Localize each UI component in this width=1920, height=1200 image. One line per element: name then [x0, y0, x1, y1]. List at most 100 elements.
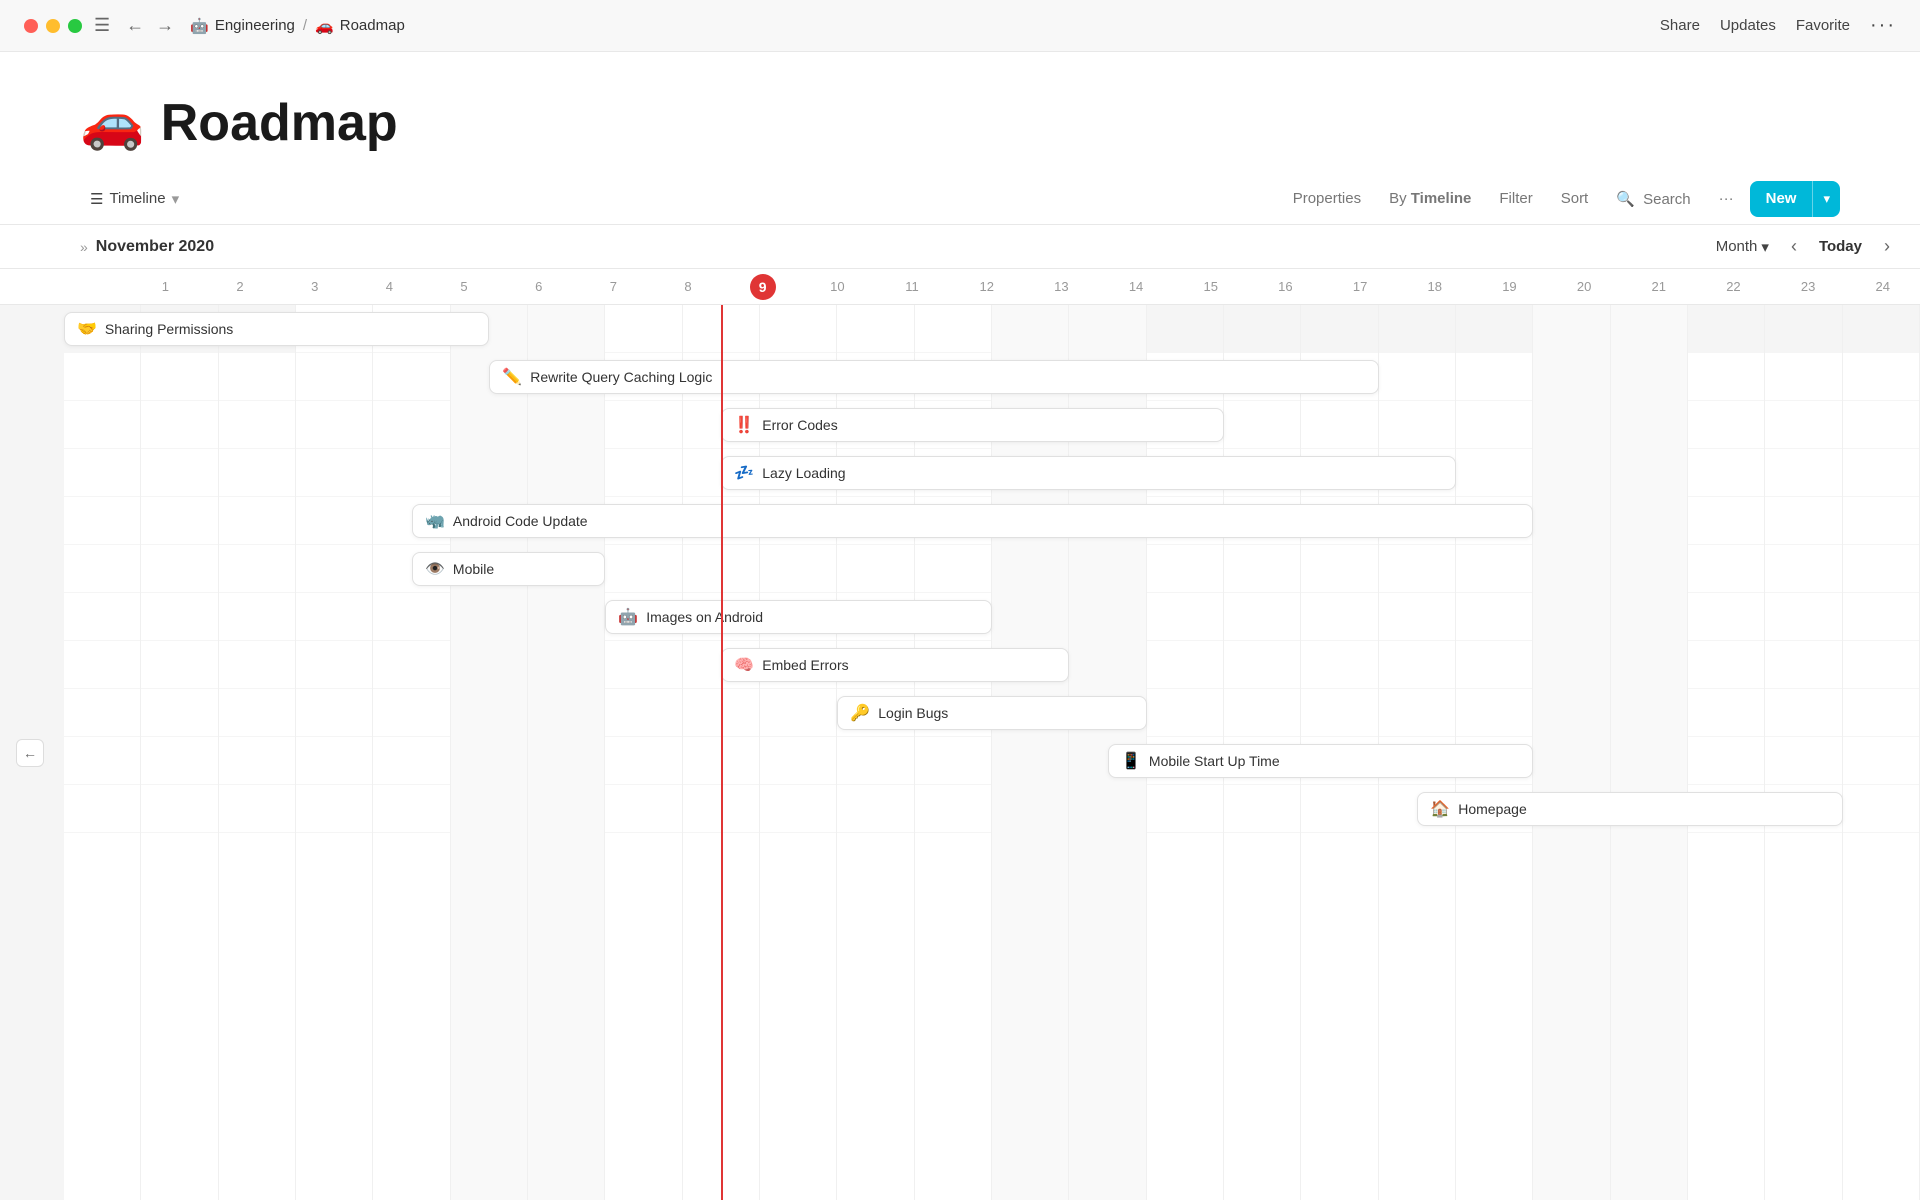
task-bar-embed-errors[interactable]: 🧠 Embed Errors: [721, 648, 1069, 682]
page-title-area: 🚗 Roadmap: [80, 92, 1840, 153]
month-chevron-icon: ▾: [1761, 238, 1769, 256]
date-cell-13: 13: [1024, 269, 1099, 305]
timeline-nav-right: Month ▾ ‹ Today ›: [1708, 232, 1896, 261]
view-icon: ☰: [90, 190, 103, 208]
task-label: Android Code Update: [453, 513, 588, 529]
date-cell-10: 10: [800, 269, 875, 305]
toolbar-right: Properties By Timeline Filter Sort 🔍 Sea…: [1281, 181, 1840, 217]
main-content: 🚗 Roadmap ☰ Timeline ▾ Properties By Tim…: [0, 52, 1920, 1200]
updates-button[interactable]: Updates: [1720, 17, 1776, 34]
task-bar-android-code-update[interactable]: 🦏 Android Code Update: [412, 504, 1533, 538]
date-cell-6: 6: [501, 269, 576, 305]
view-chevron-icon: ▾: [172, 190, 180, 208]
date-cell-15: 15: [1173, 269, 1248, 305]
sort-button[interactable]: Sort: [1549, 184, 1601, 213]
task-label: Sharing Permissions: [105, 321, 233, 337]
task-bar-images-on-android[interactable]: 🤖Images on Android: [605, 600, 992, 634]
nav-arrows: ← →: [122, 13, 178, 38]
traffic-lights: [24, 19, 82, 33]
date-cell-3: 3: [277, 269, 352, 305]
titlebar: ☰ ← → 🤖 Engineering / 🚗 Roadmap Share Up…: [0, 0, 1920, 52]
task-label: Embed Errors: [762, 657, 848, 673]
more-options-button[interactable]: ···: [1870, 14, 1896, 37]
page-header: 🚗 Roadmap: [0, 52, 1920, 173]
task-emoji: 👁️: [425, 559, 445, 579]
task-label: Mobile Start Up Time: [1149, 753, 1280, 769]
breadcrumb-workspace[interactable]: 🤖 Engineering: [190, 17, 295, 35]
page-emoji: 🚗: [315, 17, 334, 35]
search-button[interactable]: 🔍 Search: [1604, 184, 1702, 214]
task-row: ‼️Error Codes: [0, 401, 1920, 449]
task-bar-lazy-loading[interactable]: 💤Lazy Loading: [721, 456, 1456, 490]
filter-button[interactable]: Filter: [1487, 184, 1544, 213]
new-button-label[interactable]: New: [1750, 182, 1813, 215]
task-bar-homepage[interactable]: 🏠 Homepage: [1417, 792, 1842, 826]
forward-button[interactable]: →: [152, 13, 178, 38]
current-period-label: November 2020: [96, 238, 214, 256]
task-bar-error-codes[interactable]: ‼️Error Codes: [721, 408, 1224, 442]
timeline-body: ← 🤝Sharing Permissions✏️Rewrite Query Ca…: [0, 305, 1920, 1200]
task-row: 💤Lazy Loading: [0, 449, 1920, 497]
minimize-traffic-light[interactable]: [46, 19, 60, 33]
hamburger-icon[interactable]: ☰: [94, 15, 110, 36]
date-ruler-dates: 123456789101112131415161718192021222324: [128, 269, 1920, 305]
close-traffic-light[interactable]: [24, 19, 38, 33]
task-bar-mobile[interactable]: 👁️ Mobile: [412, 552, 605, 586]
date-cell-4: 4: [352, 269, 427, 305]
task-emoji: 🦏: [425, 511, 445, 531]
properties-button[interactable]: Properties: [1281, 184, 1373, 213]
date-cell-22: 22: [1696, 269, 1771, 305]
date-cell-20: 20: [1547, 269, 1622, 305]
next-period-button[interactable]: ›: [1878, 232, 1896, 261]
task-emoji: 🤖: [618, 607, 638, 627]
favorite-button[interactable]: Favorite: [1796, 17, 1850, 34]
date-cell-24: 24: [1845, 269, 1920, 305]
task-bar-sharing-permissions[interactable]: 🤝Sharing Permissions: [64, 312, 489, 346]
maximize-traffic-light[interactable]: [68, 19, 82, 33]
task-label: Error Codes: [762, 417, 837, 433]
workspace-emoji: 🤖: [190, 17, 209, 35]
task-emoji: 📱: [1121, 751, 1141, 771]
view-selector[interactable]: ☰ Timeline ▾: [80, 186, 189, 212]
date-cell-7: 7: [576, 269, 651, 305]
task-bar-login-bugs[interactable]: 🔑Login Bugs: [837, 696, 1146, 730]
search-icon: 🔍: [1616, 191, 1635, 208]
task-label: Homepage: [1458, 801, 1527, 817]
breadcrumb-page[interactable]: 🚗 Roadmap: [315, 17, 405, 35]
task-rows-container: 🤝Sharing Permissions✏️Rewrite Query Cach…: [0, 305, 1920, 833]
date-cell-9: 9: [725, 269, 800, 305]
task-label: Mobile: [453, 561, 494, 577]
today-button[interactable]: Today: [1811, 234, 1870, 259]
task-emoji: 🧠: [734, 655, 754, 675]
month-label: Month: [1716, 238, 1758, 255]
fast-forward-icon[interactable]: »: [80, 239, 88, 255]
task-emoji: ✏️: [502, 367, 522, 387]
back-scroll-button[interactable]: ←: [16, 739, 44, 767]
share-button[interactable]: Share: [1660, 17, 1700, 34]
timeline-section: 123456789101112131415161718192021222324 …: [0, 269, 1920, 1200]
month-selector[interactable]: Month ▾: [1708, 234, 1777, 260]
task-emoji: 🏠: [1430, 799, 1450, 819]
task-row: 🤖Images on Android: [0, 593, 1920, 641]
task-row: 📱 Mobile Start Up Time: [0, 737, 1920, 785]
task-bar-mobile-start-up-time[interactable]: 📱 Mobile Start Up Time: [1108, 744, 1533, 778]
task-label: Lazy Loading: [762, 465, 845, 481]
new-button[interactable]: New ▾: [1750, 181, 1840, 217]
date-cell-14: 14: [1099, 269, 1174, 305]
back-button[interactable]: ←: [122, 13, 148, 38]
timeline-label: Timeline: [1411, 190, 1472, 207]
new-btn-dropdown-icon[interactable]: ▾: [1813, 183, 1840, 215]
date-cell-17: 17: [1323, 269, 1398, 305]
task-row: 👁️ Mobile: [0, 545, 1920, 593]
timeline-nav: » November 2020 Month ▾ ‹ Today ›: [0, 225, 1920, 269]
task-bar-rewrite-query-caching-logic[interactable]: ✏️Rewrite Query Caching Logic: [489, 360, 1378, 394]
date-ruler: 123456789101112131415161718192021222324: [0, 269, 1920, 305]
page-title-text: Roadmap: [161, 93, 398, 153]
titlebar-right: Share Updates Favorite ···: [1660, 14, 1896, 37]
more-toolbar-button[interactable]: ···: [1707, 184, 1746, 213]
prev-period-button[interactable]: ‹: [1785, 232, 1803, 261]
date-cell-11: 11: [875, 269, 950, 305]
by-timeline-button[interactable]: By Timeline: [1377, 184, 1483, 213]
page-name: Roadmap: [340, 17, 405, 34]
date-cell-16: 16: [1248, 269, 1323, 305]
